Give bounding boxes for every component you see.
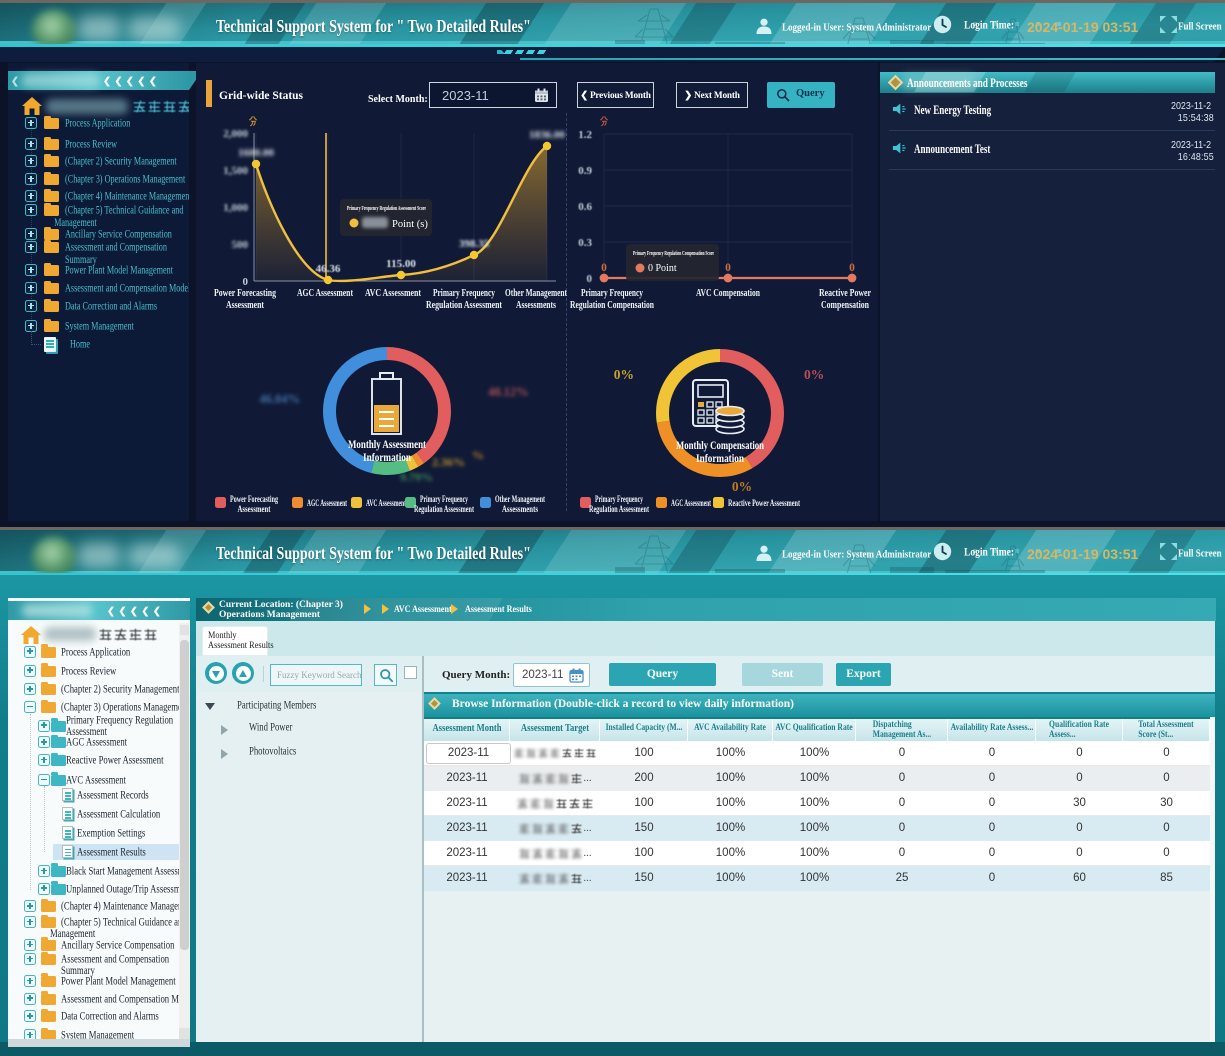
svg-text:0.3: 0.3 (578, 237, 592, 249)
svg-text:Assessments: Assessments (502, 505, 538, 515)
svg-text:1,000: 1,000 (223, 202, 248, 214)
svg-text:Assessment: Assessment (226, 300, 264, 311)
svg-text:Primary Frequency: Primary Frequency (595, 495, 643, 505)
svg-text:AVC Compensation: AVC Compensation (696, 288, 760, 299)
svg-text:Other Management: Other Management (495, 495, 546, 505)
svg-text:Regulation Assessment: Regulation Assessment (426, 300, 502, 311)
svg-text:Power Forecasting: Power Forecasting (230, 495, 278, 505)
svg-text:AGC Assessment: AGC Assessment (297, 288, 353, 299)
svg-text:Regulation Assessment: Regulation Assessment (414, 505, 475, 515)
svg-text:Power Forecasting: Power Forecasting (214, 288, 277, 299)
svg-text:Primary Frequency: Primary Frequency (420, 495, 468, 505)
svg-text:398.35: 398.35 (459, 238, 490, 250)
svg-text:2,000: 2,000 (223, 128, 248, 140)
svg-text:0: 0 (725, 262, 731, 274)
svg-text:Primary Frequency Regulation C: Primary Frequency Regulation Compensatio… (633, 250, 714, 257)
svg-text:Monthly Compensation: Monthly Compensation (676, 440, 764, 452)
svg-text:%: % (472, 448, 484, 462)
svg-text:Information: Information (696, 453, 744, 465)
svg-text:0%: 0% (804, 367, 824, 382)
svg-text:46.04%: 46.04% (259, 392, 300, 406)
svg-text:46.36: 46.36 (316, 263, 341, 275)
svg-text:Monthly Assessment: Monthly Assessment (348, 439, 426, 451)
svg-text:Regulation Assessment: Regulation Assessment (589, 505, 650, 515)
svg-text:1600.00: 1600.00 (238, 147, 274, 159)
svg-text:40.12%: 40.12% (488, 385, 529, 399)
svg-text:Primary Frequency: Primary Frequency (581, 288, 644, 299)
svg-text:1.2: 1.2 (578, 129, 592, 141)
svg-text:0 Point: 0 Point (648, 263, 677, 274)
svg-text:2.36%: 2.36% (432, 455, 465, 469)
svg-text:Reactive Power Assessment: Reactive Power Assessment (728, 499, 801, 509)
svg-text:500: 500 (232, 239, 249, 251)
svg-text:Reactive Power: Reactive Power (819, 288, 871, 299)
svg-text:Primary Frequency Regulation A: Primary Frequency Regulation Assessment … (347, 205, 426, 212)
svg-text:AGC Assessment: AGC Assessment (671, 499, 712, 509)
svg-text:0: 0 (587, 273, 593, 285)
svg-text:0: 0 (601, 262, 607, 274)
svg-text:115.00: 115.00 (386, 258, 416, 270)
svg-text:9.79%: 9.79% (400, 470, 433, 484)
svg-text:Other Management: Other Management (505, 288, 567, 299)
svg-text:AVC Assessment: AVC Assessment (365, 288, 421, 299)
svg-text:Point (s): Point (s) (392, 219, 428, 230)
svg-text:Assessments: Assessments (516, 300, 556, 311)
svg-text:Information: Information (363, 452, 411, 464)
svg-text:0%: 0% (614, 367, 634, 382)
svg-text:Compensation: Compensation (821, 300, 869, 311)
svg-text:0: 0 (849, 262, 855, 274)
svg-text:0.6: 0.6 (578, 201, 592, 213)
svg-text:0%: 0% (732, 479, 752, 494)
svg-text:1836.00: 1836.00 (529, 129, 565, 141)
svg-text:Assessment: Assessment (238, 505, 272, 515)
svg-text:AVC Assessment: AVC Assessment (366, 499, 407, 509)
svg-text:AGC Assessment: AGC Assessment (307, 499, 348, 509)
svg-text:Regulation Compensation: Regulation Compensation (570, 300, 654, 311)
svg-text:0.9: 0.9 (578, 165, 592, 177)
svg-text:Primary Frequency: Primary Frequency (433, 288, 496, 299)
svg-text:1,500: 1,500 (223, 165, 248, 177)
svg-text:0: 0 (243, 276, 249, 288)
